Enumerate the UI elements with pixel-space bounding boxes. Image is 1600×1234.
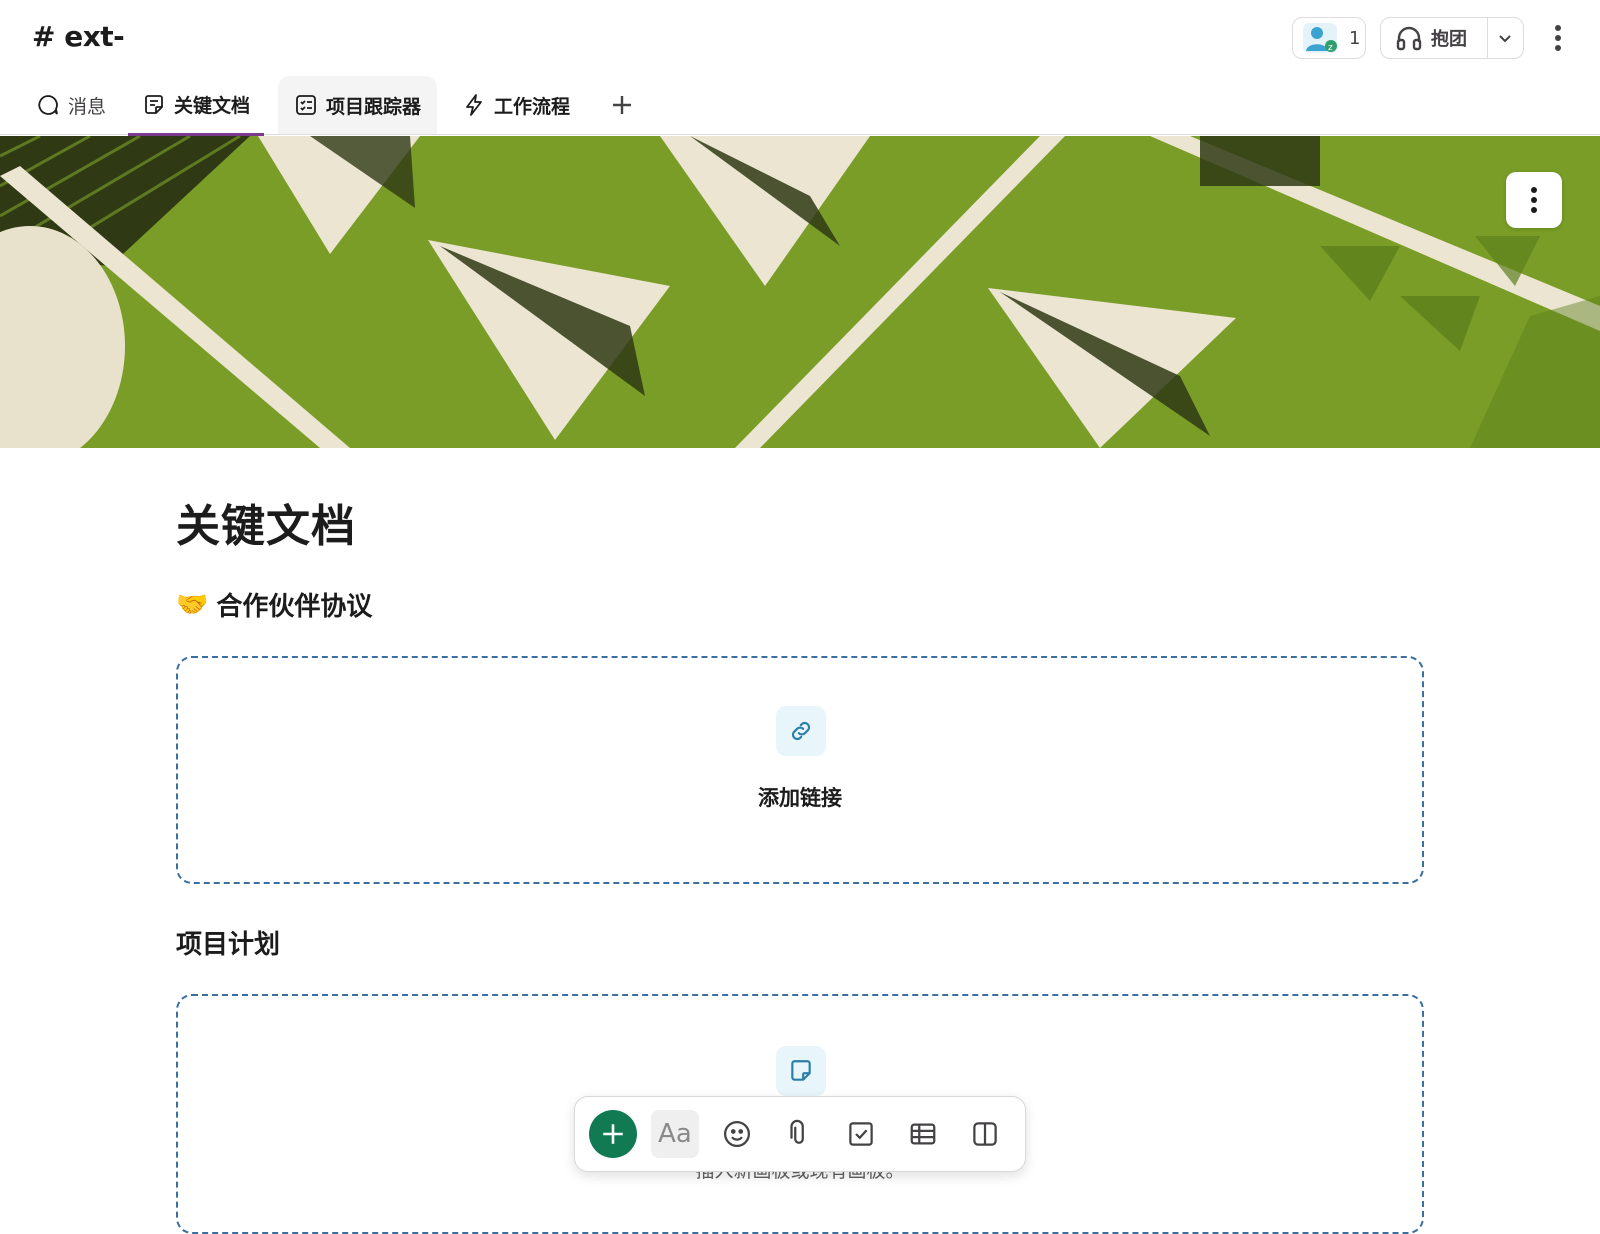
channel-title[interactable]: # ext- (32, 20, 125, 53)
section-heading-text: 项目计划 (176, 930, 281, 960)
tab-messages[interactable]: 消息 (36, 76, 106, 134)
tab-label: 工作流程 (494, 95, 571, 118)
columns-icon (973, 1122, 997, 1146)
kebab-menu-icon (1555, 25, 1561, 51)
channel-header: # ext- z 1 抱团 (0, 0, 1600, 80)
insert-columns-button[interactable] (961, 1110, 1009, 1158)
lightning-icon (466, 94, 482, 116)
list-icon (296, 95, 316, 115)
add-link-label: 添加链接 (758, 786, 842, 810)
attach-file-button[interactable] (775, 1110, 823, 1158)
canvas-icon-tile (776, 1046, 826, 1096)
tab-label: 关键文档 (174, 95, 251, 117)
huddle-button-group: 抱团 (1380, 17, 1524, 59)
emoji-icon (724, 1121, 750, 1147)
huddle-label: 抱团 (1431, 29, 1467, 50)
link-icon-tile (776, 706, 826, 756)
paper-planes-illustration (0, 136, 1600, 448)
headphones-icon (1396, 26, 1422, 51)
tab-label: 消息 (68, 95, 107, 118)
huddle-button[interactable]: 抱团 (1381, 18, 1488, 58)
kebab-menu-icon (1531, 187, 1537, 213)
add-tab-button[interactable] (604, 76, 640, 134)
canvas-icon (145, 94, 163, 114)
channel-more-button[interactable] (1544, 20, 1572, 56)
svg-text:z: z (1328, 43, 1333, 53)
checklist-button[interactable] (837, 1110, 885, 1158)
plus-icon (613, 96, 631, 114)
checkbox-icon (849, 1122, 873, 1146)
table-icon (910, 1123, 936, 1145)
section-heading-partner-agreements[interactable]: 🤝 合作伙伴协议 (176, 586, 372, 623)
section-heading-text: 合作伙伴协议 (216, 592, 373, 622)
canvas-icon (791, 1060, 811, 1081)
canvas-banner-image (0, 136, 1600, 448)
tab-label: 项目跟踪器 (326, 95, 422, 118)
tab-workflows[interactable]: 工作流程 (462, 76, 570, 134)
tab-project-tracker[interactable]: 项目跟踪器 (278, 76, 438, 134)
message-icon (38, 95, 58, 115)
tab-key-documents[interactable]: 关键文档 (128, 76, 265, 136)
member-avatar-icon: z (1303, 23, 1337, 53)
huddle-options-button[interactable] (1488, 18, 1523, 58)
canvas-editing-toolbar: Aa (574, 1096, 1026, 1172)
banner-more-button[interactable] (1506, 172, 1562, 228)
insert-button[interactable] (589, 1110, 637, 1158)
plus-icon (603, 1124, 623, 1144)
handshake-emoji-icon: 🤝 (176, 589, 209, 620)
huddle-members-button[interactable]: z 1 (1292, 17, 1366, 59)
channel-tabs: 消息 关键文档 项目跟踪器 工作流程 (0, 76, 1600, 136)
chevron-down-icon (1499, 35, 1511, 43)
document-title[interactable]: 关键文档 (176, 490, 356, 554)
insert-table-button[interactable] (899, 1110, 947, 1158)
section-heading-project-plan[interactable]: 项目计划 (176, 924, 280, 961)
text-format-button[interactable]: Aa (651, 1110, 699, 1158)
paperclip-icon (790, 1119, 804, 1144)
link-icon (791, 721, 811, 741)
add-link-dropzone[interactable]: 添加链接 (176, 656, 1424, 884)
emoji-button[interactable] (713, 1110, 761, 1158)
member-count: 1 (1349, 27, 1361, 49)
